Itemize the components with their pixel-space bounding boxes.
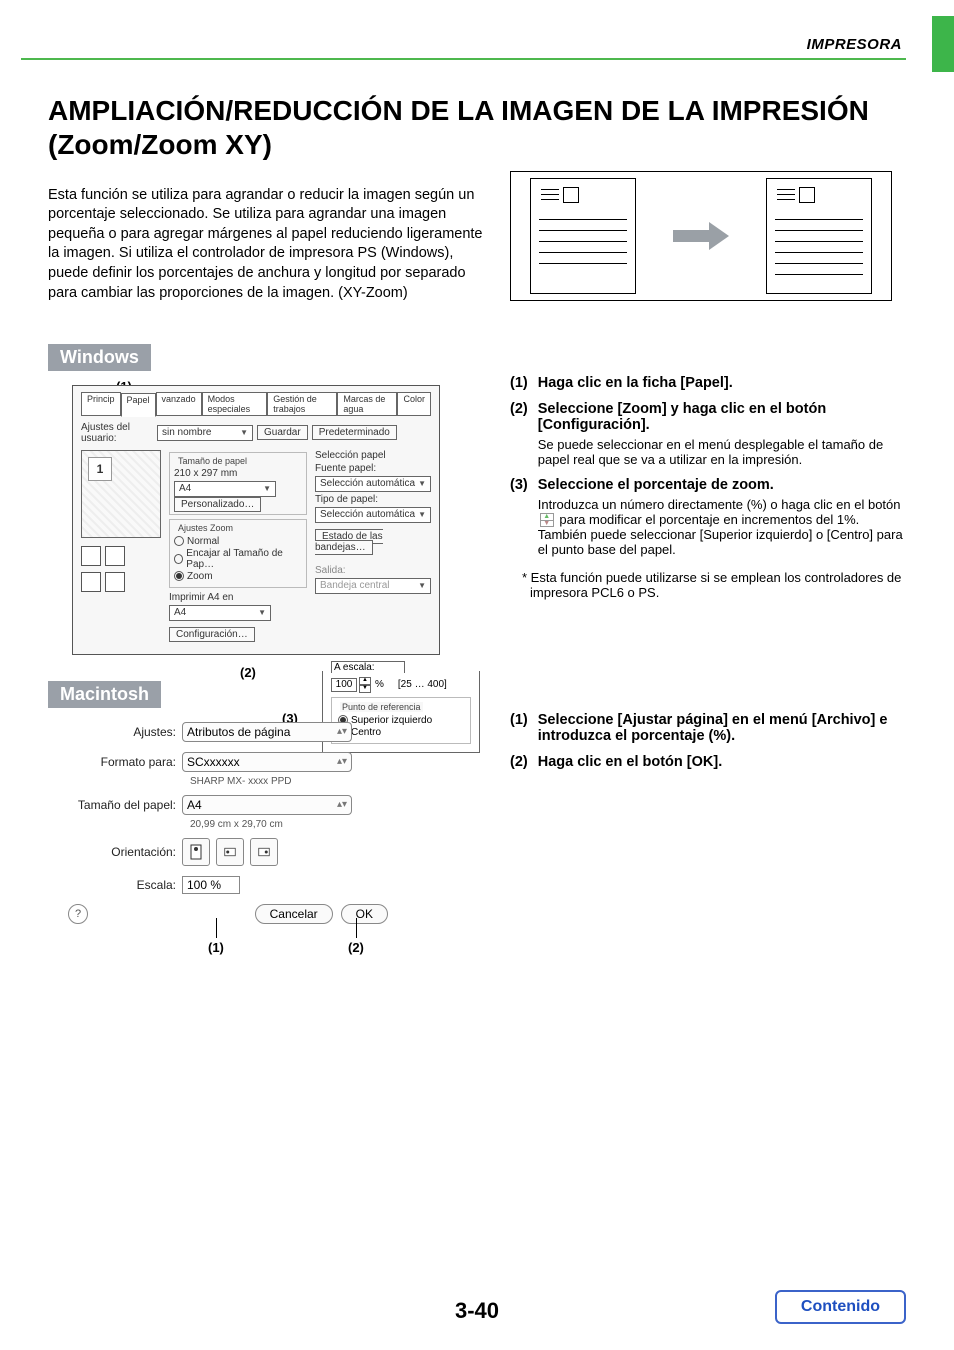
popup-header: A escala: bbox=[331, 661, 405, 673]
range-label: [25 … 400] bbox=[398, 679, 447, 690]
source-dropdown[interactable]: Selección automática▼ bbox=[315, 476, 431, 492]
step3-num: (3) bbox=[510, 477, 528, 558]
tab-advanced[interactable]: vanzado bbox=[156, 392, 202, 416]
mac-formato-dropdown[interactable]: SCxxxxxx▴▾ bbox=[182, 752, 352, 772]
tab-color[interactable]: Color bbox=[397, 392, 431, 416]
source-label: Fuente papel: bbox=[315, 463, 431, 474]
preview-number: 1 bbox=[88, 457, 112, 481]
mac-formato-label: Formato para: bbox=[68, 755, 176, 769]
mac-callout-1: (1) bbox=[208, 940, 224, 955]
orient-duplex2-icon[interactable] bbox=[105, 572, 125, 592]
spinner-down-icon[interactable]: ▼ bbox=[359, 685, 371, 693]
paper-size-group: Tamaño de papel 210 x 297 mm A4▼ Persona… bbox=[169, 452, 307, 515]
mac-step2-title: Haga clic en el botón [OK]. bbox=[538, 754, 723, 770]
user-settings-dropdown[interactable]: sin nombre▼ bbox=[157, 425, 253, 441]
section-name: IMPRESORA bbox=[807, 36, 902, 53]
step1-num: (1) bbox=[510, 375, 528, 391]
step3-note: Introduzca un número directamente (%) o … bbox=[538, 497, 906, 558]
spinner-inline-icon: ▲▼ bbox=[540, 513, 554, 527]
page-title: AMPLIACIÓN/REDUCCIÓN DE LA IMAGEN DE LA … bbox=[48, 94, 906, 161]
zoom-group-title: Ajustes Zoom bbox=[176, 523, 235, 533]
step2-note: Se puede seleccionar en el menú desplega… bbox=[538, 437, 906, 467]
radio-normal[interactable]: Normal bbox=[174, 536, 302, 547]
sel-paper-label: Selección papel bbox=[315, 450, 431, 461]
zoom-spinner[interactable]: 100 ▲▼ bbox=[331, 677, 371, 693]
header-rule bbox=[21, 58, 906, 60]
zoom-group: Ajustes Zoom Normal Encajar al Tamaño de… bbox=[169, 519, 307, 588]
type-dropdown[interactable]: Selección automática▼ bbox=[315, 507, 431, 523]
output-label: Salida: bbox=[315, 565, 431, 576]
paper-size-dropdown[interactable]: A4▼ bbox=[174, 481, 276, 497]
percent-label: % bbox=[375, 679, 384, 690]
mac-escala-label: Escala: bbox=[68, 878, 176, 892]
intro-paragraph: Esta función se utiliza para agrandar o … bbox=[48, 186, 488, 303]
mac-tamano-sub: 20,99 cm x 29,70 cm bbox=[190, 819, 388, 830]
orient-portrait-icon[interactable] bbox=[81, 546, 101, 566]
output-dropdown[interactable]: Bandeja central▼ bbox=[315, 578, 431, 594]
windows-badge: Windows bbox=[48, 344, 151, 371]
toc-button[interactable]: Contenido bbox=[775, 1290, 906, 1324]
mac-callout-2: (2) bbox=[348, 940, 364, 955]
mac-badge: Macintosh bbox=[48, 681, 161, 708]
mac-ajustes-dropdown[interactable]: Atributos de página▴▾ bbox=[182, 722, 352, 742]
mac-tamano-label: Tamaño del papel: bbox=[68, 798, 176, 812]
radio-fit[interactable]: Encajar al Tamaño de Pap… bbox=[174, 548, 302, 570]
print-on-dropdown[interactable]: A4▼ bbox=[169, 605, 271, 621]
zoom-value[interactable]: 100 bbox=[331, 678, 357, 692]
callout-2: (2) bbox=[240, 665, 256, 680]
radio-zoom[interactable]: Zoom bbox=[174, 571, 302, 582]
type-label: Tipo de papel: bbox=[315, 494, 431, 505]
tab-papel[interactable]: Papel bbox=[121, 393, 156, 417]
arrow-icon bbox=[673, 226, 729, 246]
default-button[interactable]: Predeterminado bbox=[312, 425, 397, 440]
config-button[interactable]: Configuración… bbox=[169, 627, 255, 642]
footnote: * Esta función puede utilizarse si se em… bbox=[530, 570, 906, 600]
step2-title: Seleccione [Zoom] y haga clic en el botó… bbox=[538, 401, 826, 433]
spinner-up-icon[interactable]: ▲ bbox=[359, 677, 371, 685]
help-button[interactable]: ? bbox=[68, 904, 88, 924]
user-settings-label: Ajustes del usuario: bbox=[81, 422, 153, 444]
custom-size-button[interactable]: Personalizado… bbox=[174, 497, 261, 512]
mac-step2-num: (2) bbox=[510, 754, 528, 770]
orient-duplex1-icon[interactable] bbox=[81, 572, 101, 592]
tab-main[interactable]: Princip bbox=[81, 392, 121, 416]
ref-group-title: Punto de referencia bbox=[340, 702, 423, 712]
mac-escala-input[interactable]: 100 % bbox=[182, 876, 240, 894]
ok-button[interactable]: OK bbox=[341, 904, 388, 924]
zoom-diagram bbox=[510, 171, 892, 301]
callout-line bbox=[356, 918, 357, 938]
mac-tamano-dropdown[interactable]: A4▴▾ bbox=[182, 795, 352, 815]
mac-orient-label: Orientación: bbox=[68, 845, 176, 859]
cancel-button[interactable]: Cancelar bbox=[255, 904, 333, 924]
tab-watermark[interactable]: Marcas de agua bbox=[337, 392, 397, 416]
save-button[interactable]: Guardar bbox=[257, 425, 308, 440]
callout-line bbox=[216, 918, 217, 938]
orient-landscape-right-button[interactable] bbox=[250, 838, 278, 866]
orient-portrait-button[interactable] bbox=[182, 838, 210, 866]
orient-landscape-left-button[interactable] bbox=[216, 838, 244, 866]
windows-dialog: Princip Papel vanzado Modos especiales G… bbox=[72, 385, 440, 655]
tab-special[interactable]: Modos especiales bbox=[202, 392, 268, 416]
step2-num: (2) bbox=[510, 401, 528, 467]
tab-jobs[interactable]: Gestión de trabajos bbox=[267, 392, 337, 416]
step3-title: Seleccione el porcentaje de zoom. bbox=[538, 477, 774, 493]
step1-title: Haga clic en la ficha [Papel]. bbox=[538, 375, 733, 391]
mac-dialog: Ajustes: Atributos de página▴▾ Formato p… bbox=[68, 722, 388, 956]
diagram-before bbox=[530, 178, 636, 294]
orient-landscape-icon[interactable] bbox=[105, 546, 125, 566]
mac-step1-title: Seleccione [Ajustar página] en el menú [… bbox=[538, 712, 888, 744]
mac-step1-num: (1) bbox=[510, 712, 528, 744]
tray-status-button[interactable]: Estado de las bandejas… bbox=[315, 529, 383, 555]
paper-size-sub: 210 x 297 mm bbox=[174, 468, 302, 479]
mac-ajustes-label: Ajustes: bbox=[68, 725, 176, 739]
page-preview: 1 bbox=[81, 450, 161, 538]
diagram-after bbox=[766, 178, 872, 294]
accent-bar bbox=[932, 16, 954, 72]
paper-size-title: Tamaño de papel bbox=[176, 456, 249, 466]
tab-strip: Princip Papel vanzado Modos especiales G… bbox=[81, 392, 431, 416]
mac-formato-sub: SHARP MX- xxxx PPD bbox=[190, 776, 388, 787]
orientation-icons bbox=[81, 546, 161, 566]
print-on-label: Imprimir A4 en bbox=[169, 592, 307, 603]
